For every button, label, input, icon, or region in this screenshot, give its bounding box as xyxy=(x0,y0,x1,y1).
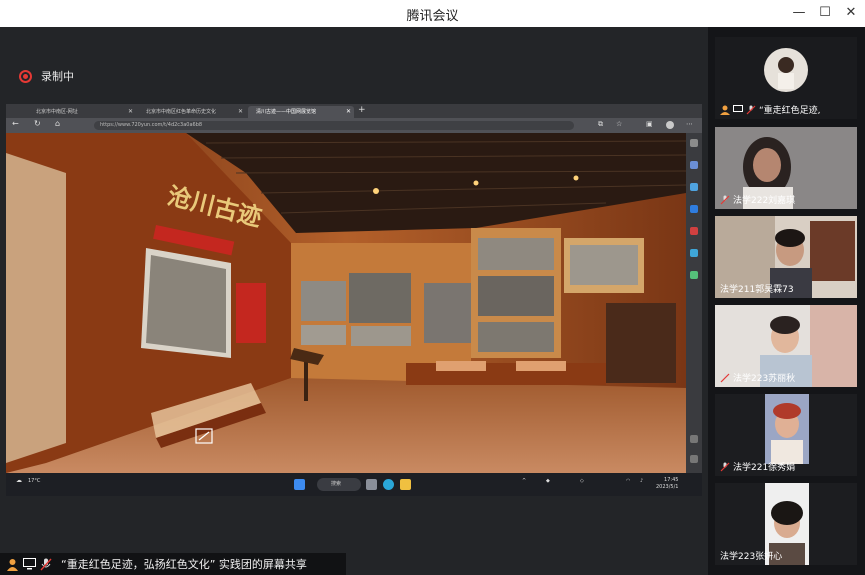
participant-tile[interactable]: 法学211郭昊霖73 xyxy=(715,216,857,298)
participant-label: 法学223张妍心 xyxy=(720,549,782,562)
shopping-icon[interactable] xyxy=(690,161,698,169)
browser-tab[interactable]: 北京市中南区-网址 ✕ xyxy=(28,106,136,118)
edge-icon[interactable] xyxy=(383,479,394,490)
participant-tile[interactable]: 法学221徐秀娟 xyxy=(715,394,857,476)
start-icon[interactable] xyxy=(294,479,305,490)
user-icon xyxy=(5,557,19,571)
weather-icon[interactable]: ☁ xyxy=(16,477,22,484)
recording-indicator[interactable]: 录制中 xyxy=(19,67,74,85)
tab-label: 北京市中南区-网址 xyxy=(36,109,78,115)
close-icon[interactable]: ✕ xyxy=(346,106,351,118)
screen-share-bar: “重走红色足迹，弘扬红色文化” 实践团的屏幕共享 xyxy=(0,553,346,575)
file-explorer-icon[interactable] xyxy=(400,479,411,490)
volume-icon[interactable]: ♪ xyxy=(640,478,643,484)
sidebar-settings-icon[interactable] xyxy=(690,435,698,443)
share-status-text: “重走红色足迹，弘扬红色文化” 实践团的屏幕共享 xyxy=(61,558,307,571)
browser-sidebar xyxy=(686,133,702,473)
back-icon[interactable]: ← xyxy=(12,119,19,128)
weather-temp: 17°C xyxy=(28,478,41,484)
task-view-icon[interactable] xyxy=(366,479,377,490)
mic-muted-icon xyxy=(39,557,53,571)
close-button[interactable]: ✕ xyxy=(839,3,863,23)
sidebar-gear-icon[interactable] xyxy=(690,455,698,463)
mic-muted-icon xyxy=(746,105,756,114)
participant-name: 法学222刘嘉琪 xyxy=(733,196,796,206)
minimize-button[interactable]: — xyxy=(787,3,811,23)
participant-tile[interactable]: 法学223苏丽秋 xyxy=(715,305,857,387)
panorama-viewport[interactable]: 沧川古迹 xyxy=(6,133,686,473)
search-icon[interactable] xyxy=(690,139,698,147)
url-input[interactable]: https://www.720yun.com/t/4d2c3a0a6b8 xyxy=(94,121,574,130)
museum-hall-image: 沧川古迹 xyxy=(6,133,686,473)
participant-label: 法学211郭昊霖73 xyxy=(720,282,794,295)
participant-label: 法学223苏丽秋 xyxy=(720,371,795,384)
participant-name: 法学211郭昊霖73 xyxy=(720,285,794,295)
wifi-icon[interactable]: ◠ xyxy=(626,478,630,484)
browser-tab-active[interactable]: 清川古迹——中国网展览馆 ✕ xyxy=(248,106,354,118)
participant-label: “重走红色足迹, xyxy=(720,103,821,116)
participant-tile[interactable]: “重走红色足迹, xyxy=(715,37,857,119)
tray-ime-icon[interactable]: ◇ xyxy=(580,478,584,484)
participant-name: 法学223苏丽秋 xyxy=(733,374,796,384)
browser-address-bar: ← ↻ ⌂ https://www.720yun.com/t/4d2c3a0a6… xyxy=(6,118,702,133)
participant-name: 法学221徐秀娟 xyxy=(733,463,796,473)
mic-muted-icon xyxy=(720,195,730,204)
mic-muted-icon xyxy=(720,373,730,382)
mic-muted-icon xyxy=(720,462,730,471)
close-icon[interactable]: ✕ xyxy=(128,106,133,118)
taskbar-search[interactable]: 搜索 xyxy=(317,478,361,491)
screen-share-icon xyxy=(733,104,743,112)
refresh-icon[interactable]: ↻ xyxy=(34,119,41,128)
outlook-icon[interactable] xyxy=(690,227,698,235)
recording-label: 录制中 xyxy=(41,70,74,83)
participant-label: 法学222刘嘉琪 xyxy=(720,193,795,206)
new-tab-icon[interactable]: + xyxy=(358,105,366,115)
participant-list: “重走红色足迹, 法学222刘嘉琪 法学211郭昊霖73 法学223苏丽秋 法学… xyxy=(708,27,865,575)
taskbar-clock[interactable]: 17:45 2023/5/1 xyxy=(656,477,678,491)
record-icon xyxy=(19,69,32,83)
participant-tile[interactable]: 法学222刘嘉琪 xyxy=(715,127,857,209)
tab-label: 北京市中南区红色革命历史文化 xyxy=(146,109,217,115)
tray-chevron-icon[interactable]: ^ xyxy=(522,478,526,484)
participant-tile[interactable]: 法学223张妍心 xyxy=(715,483,857,565)
user-icon xyxy=(720,105,730,115)
window-title: 腾讯会议 xyxy=(406,9,459,24)
home-icon[interactable]: ⌂ xyxy=(55,119,60,128)
office-icon[interactable] xyxy=(690,205,698,213)
participant-name: “重走红色足迹, xyxy=(759,106,821,116)
drop-icon[interactable] xyxy=(690,271,698,279)
browser-tab-bar: 北京市中南区-网址 ✕ 北京市中南区红色革命历史文化 ✕ 清川古迹——中国网展览… xyxy=(6,104,702,118)
tools-icon[interactable] xyxy=(690,183,698,191)
clock-date: 2023/5/1 xyxy=(656,484,679,490)
participant-label: 法学221徐秀娟 xyxy=(720,460,795,473)
maximize-button[interactable]: ☐ xyxy=(813,3,837,23)
clock-time: 17:45 xyxy=(664,477,679,483)
profile-icon[interactable] xyxy=(666,121,674,129)
collections-icon[interactable]: ▣ xyxy=(646,120,653,128)
close-icon[interactable]: ✕ xyxy=(238,106,243,118)
shared-screen: 北京市中南区-网址 ✕ 北京市中南区红色革命历史文化 ✕ 清川古迹——中国网展览… xyxy=(6,104,702,496)
favorite-icon[interactable]: ☆ xyxy=(616,120,622,128)
extension-icon[interactable]: ⧉ xyxy=(598,120,603,129)
tray-app-icon[interactable]: ◆ xyxy=(546,478,550,484)
screen-share-icon xyxy=(22,557,36,571)
more-icon[interactable]: ⋯ xyxy=(686,120,693,128)
tab-label: 清川古迹——中国网展览馆 xyxy=(256,109,317,115)
games-icon[interactable] xyxy=(690,249,698,257)
participant-name: 法学223张妍心 xyxy=(720,552,783,562)
window-titlebar: 腾讯会议 — ☐ ✕ xyxy=(0,0,865,27)
browser-tab[interactable]: 北京市中南区红色革命历史文化 ✕ xyxy=(138,106,246,118)
windows-taskbar: ☁ 17°C 搜索 ^ ◆ ◇ ◠ ♪ 17:45 2023/5/1 xyxy=(6,473,702,496)
